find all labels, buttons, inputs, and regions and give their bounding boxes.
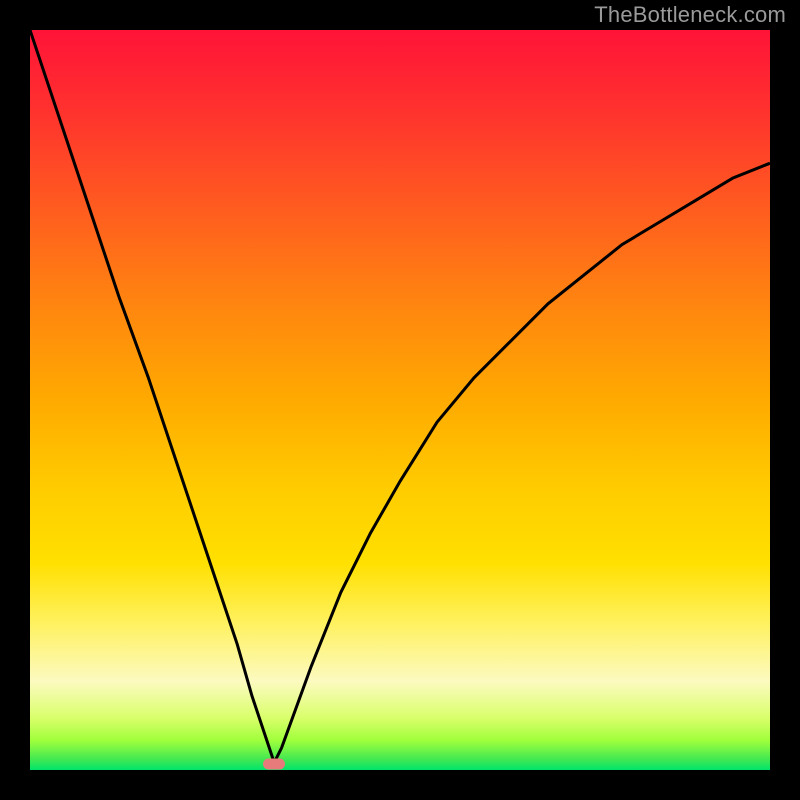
optimum-marker <box>263 759 285 770</box>
chart-frame: TheBottleneck.com <box>0 0 800 800</box>
watermark-text: TheBottleneck.com <box>594 2 786 28</box>
curve-svg <box>30 30 770 770</box>
bottleneck-curve-path <box>30 30 770 763</box>
plot-area <box>30 30 770 770</box>
